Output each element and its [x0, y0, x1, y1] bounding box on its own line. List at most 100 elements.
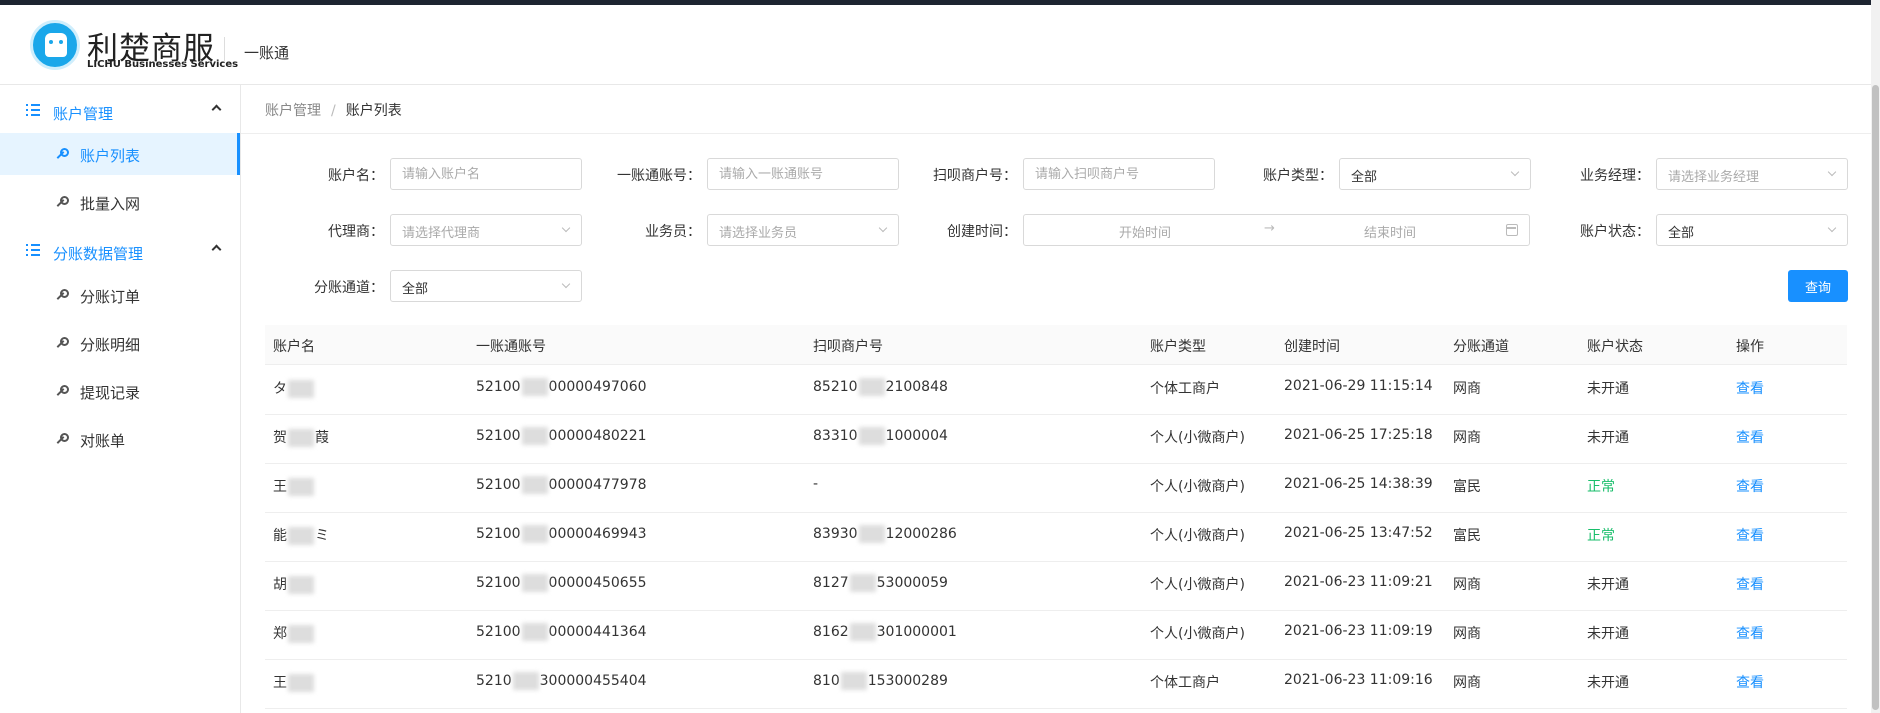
- view-link[interactable]: 查看: [1736, 476, 1764, 496]
- cell-account-name: 郑: [273, 623, 315, 643]
- salesman-select[interactable]: 请选择业务员: [707, 214, 899, 246]
- chevron-up-icon: [211, 244, 222, 255]
- start-time-input[interactable]: 开始时间: [1119, 222, 1171, 241]
- created-time-range-picker[interactable]: 开始时间 → 结束时间: [1023, 214, 1530, 246]
- col-header-split-channel: 分账通道: [1453, 339, 1509, 355]
- col-header-account-type: 账户类型: [1150, 339, 1206, 355]
- sidebar-item-label: 提现记录: [80, 384, 141, 402]
- cell-split-channel: 网商: [1453, 430, 1481, 446]
- select-placeholder: 请选择代理商: [402, 226, 481, 241]
- cell-yzt-account: 52100 00000441364: [476, 623, 647, 641]
- merchant-no-label: 扫呗商户号：: [933, 168, 1017, 184]
- wrench-icon: [55, 148, 69, 160]
- table-row: 胡 52100 00000450655 8127 53000059 个人(小微商户) 202…: [265, 562, 1847, 611]
- col-header-created-time: 创建时间: [1284, 339, 1340, 355]
- arrow-right-icon: →: [1264, 221, 1275, 236]
- cell-yzt-account: 52100 00000497060: [476, 378, 647, 396]
- cell-yzt-account: 5210 300000455404: [476, 672, 647, 690]
- cell-account-status: 未开通: [1587, 430, 1629, 446]
- agent-select[interactable]: 请选择代理商: [390, 214, 582, 246]
- brand-subtitle: LICHU Businesses Services: [87, 59, 239, 70]
- sidebar-item-split-orders[interactable]: 分账订单: [0, 274, 240, 316]
- cell-yzt-account: 52100 00000450655: [476, 574, 647, 592]
- app-header: 利楚商服 LICHU Businesses Services 一账通: [0, 5, 1880, 85]
- cell-merchant-no: -: [813, 476, 819, 492]
- view-link[interactable]: 查看: [1736, 525, 1764, 545]
- select-value: 全部: [1668, 226, 1695, 241]
- view-link[interactable]: 查看: [1736, 623, 1764, 643]
- account-type-select[interactable]: 全部: [1339, 158, 1531, 190]
- end-time-input[interactable]: 结束时间: [1364, 222, 1416, 241]
- view-link[interactable]: 查看: [1736, 378, 1764, 398]
- chevron-down-icon: [1827, 167, 1837, 177]
- cell-account-type: 个体工商户: [1150, 675, 1220, 691]
- sidebar-item-label: 分账明细: [80, 336, 141, 354]
- split-channel-label: 分账通道：: [314, 280, 384, 296]
- salesman-label: 业务员：: [645, 224, 701, 240]
- manager-select[interactable]: 请选择业务经理: [1656, 158, 1848, 190]
- cell-created-time: 2021-06-23 11:09:16: [1284, 672, 1433, 688]
- view-link[interactable]: 查看: [1736, 672, 1764, 692]
- cell-account-type: 个人(小微商户): [1150, 577, 1245, 593]
- split-channel-select[interactable]: 全部: [390, 270, 582, 302]
- cell-account-status: 未开通: [1587, 675, 1629, 691]
- cell-account-name: 贺葭: [273, 429, 329, 447]
- cell-merchant-no: 810 153000289: [813, 672, 948, 690]
- cell-account-status: 正常: [1587, 479, 1615, 495]
- cell-split-channel: 富民: [1453, 528, 1481, 544]
- cell-merchant-no: 8127 53000059: [813, 574, 948, 592]
- sidebar-item-account-list[interactable]: 账户列表: [0, 133, 240, 175]
- account-name-input[interactable]: [390, 158, 582, 190]
- manager-label: 业务经理：: [1580, 168, 1650, 184]
- yzt-account-label: 一账通账号：: [617, 168, 701, 184]
- app-name: 一账通: [244, 44, 290, 62]
- chevron-up-icon: [211, 104, 222, 115]
- lichu-logo-icon[interactable]: [30, 20, 80, 70]
- table-row: タ 52100 00000497060 85210 2100848 个体工商户 2021-0…: [265, 366, 1847, 415]
- scrollbar-thumb[interactable]: [1872, 85, 1879, 710]
- wrench-icon: [55, 433, 69, 445]
- breadcrumb-parent[interactable]: 账户管理: [265, 103, 321, 119]
- table-row: 郑 52100 00000441364 8162 301000001 个人(小微商户) 20…: [265, 611, 1847, 660]
- sidebar-item-batch-onboard[interactable]: 批量入网: [0, 181, 240, 223]
- cell-merchant-no: 85210 2100848: [813, 378, 948, 396]
- chevron-down-icon: [878, 223, 888, 233]
- sidebar-item-split-details[interactable]: 分账明细: [0, 322, 240, 364]
- cell-account-type: 个体工商户: [1150, 381, 1220, 397]
- yzt-account-input[interactable]: [707, 158, 899, 190]
- wrench-icon: [55, 289, 69, 301]
- cell-created-time: 2021-06-23 11:09:21: [1284, 574, 1433, 590]
- table-row: 能ミ 52100 00000469943 83930 12000286 个人(小微商户) 2…: [265, 513, 1847, 562]
- sidebar-item-label: 分账订单: [80, 288, 141, 306]
- col-header-actions: 操作: [1736, 339, 1764, 355]
- col-header-merchant-no: 扫呗商户号: [813, 339, 883, 355]
- breadcrumb-separator: /: [331, 103, 336, 119]
- menu-group-split-data[interactable]: 分账数据管理: [0, 228, 240, 276]
- account-name-label: 账户名：: [328, 168, 384, 184]
- menu-group-account[interactable]: 账户管理: [0, 88, 240, 136]
- sidebar-item-statements[interactable]: 对账单: [0, 418, 240, 460]
- wrench-icon: [55, 385, 69, 397]
- cell-split-channel: 富民: [1453, 479, 1481, 495]
- cell-account-type: 个人(小微商户): [1150, 479, 1245, 495]
- view-link[interactable]: 查看: [1736, 427, 1764, 447]
- sidebar-item-withdrawals[interactable]: 提现记录: [0, 370, 240, 412]
- cell-merchant-no: 83310 1000004: [813, 427, 948, 445]
- calendar-icon: [1506, 224, 1518, 236]
- merchant-no-input[interactable]: [1023, 158, 1215, 190]
- cell-account-name: 胡: [273, 574, 315, 594]
- select-placeholder: 请选择业务经理: [1668, 170, 1760, 185]
- account-status-select[interactable]: 全部: [1656, 214, 1848, 246]
- col-header-account-status: 账户状态: [1587, 339, 1643, 355]
- cell-created-time: 2021-06-25 13:47:52: [1284, 525, 1433, 541]
- cell-account-status: 未开通: [1587, 577, 1629, 593]
- view-link[interactable]: 查看: [1736, 574, 1764, 594]
- account-type-label: 账户类型：: [1263, 168, 1333, 184]
- col-header-account-name: 账户名: [273, 339, 315, 355]
- select-value: 全部: [402, 282, 429, 297]
- cell-account-name: タ: [273, 378, 315, 398]
- cell-yzt-account: 52100 00000477978: [476, 476, 647, 494]
- query-button[interactable]: 查询: [1788, 270, 1848, 302]
- wrench-icon: [55, 337, 69, 349]
- vertical-scrollbar[interactable]: [1871, 0, 1880, 713]
